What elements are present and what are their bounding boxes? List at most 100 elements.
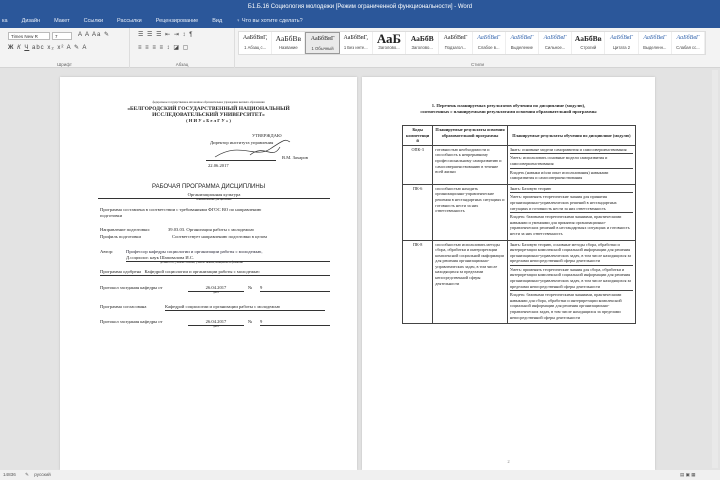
- styles-group-label: Стили: [471, 62, 484, 67]
- style-item[interactable]: АаБбВвГ Подзагол...: [439, 32, 473, 54]
- style-item[interactable]: АаБбВвГ Выделенн...: [639, 32, 672, 54]
- style-name: Строгий: [580, 45, 597, 50]
- style-name: 1 Обычный: [311, 46, 334, 51]
- style-item[interactable]: АаБ Заголово...: [373, 32, 407, 54]
- style-item[interactable]: АаБбВв Название: [272, 32, 306, 54]
- font-size-buttons[interactable]: A A Aa ✎: [78, 31, 128, 38]
- view-buttons[interactable]: ▤ ▣ ▦: [680, 470, 696, 480]
- university-abbr: ( Н И У « Б е л Г У » ): [186, 118, 231, 123]
- tab-layout[interactable]: Макет: [54, 14, 70, 28]
- page-1[interactable]: федеральное государственное автономное о…: [60, 77, 357, 470]
- discipline-hint: наименование дисциплины: [196, 197, 232, 201]
- learning-result-item: Уметь: применять теоретические знания дл…: [509, 194, 633, 214]
- status-bar: 14836 ✎ русский ▤ ▣ ▦: [0, 470, 720, 480]
- document-title: РАБОЧАЯ ПРОГРАММА ДИСЦИПЛИНЫ: [151, 184, 266, 190]
- style-preview: АаБбВвГ,: [242, 35, 268, 41]
- competency-code: ОПК-3: [401, 144, 434, 185]
- style-name: 1 Абзац с...: [244, 45, 267, 50]
- style-name: Слабая сс...: [676, 45, 700, 50]
- font-name-select[interactable]: Times New R: [8, 32, 50, 40]
- competencies-table: Коды компетенций Планируемые результаты …: [401, 125, 637, 325]
- font-format-buttons[interactable]: Ж К Ч abc x₂ x² A ✎ A: [8, 44, 126, 51]
- compiled-text: Программа составлена в соответствии с тр…: [100, 207, 262, 212]
- table-row: ПК-6 способностью находить организационно…: [401, 183, 637, 241]
- proofing-icon[interactable]: ✎: [25, 472, 29, 477]
- style-item[interactable]: АаБбВвГ, 1 Без инте...: [340, 32, 373, 54]
- learning-result-item: Владеть (навыки и/или опыт использования…: [509, 169, 609, 181]
- column-header: Планируемые результаты освоения образова…: [432, 125, 508, 146]
- title-bar: Б1.Б.16 Социология молодежи [Режим огран…: [0, 0, 720, 14]
- page-number: 2: [507, 459, 510, 464]
- tab-view[interactable]: Вид: [212, 14, 222, 28]
- program-result: готовностью необходимости и способность …: [432, 144, 508, 185]
- learning-results: Знать: основные модели саморазвития и са…: [506, 144, 637, 185]
- table-row: ПК-8 способностью использовать методы сбо…: [401, 239, 637, 325]
- style-preview: АаБбВвГ: [310, 36, 335, 42]
- compiled-text-2: подготовки: [100, 213, 123, 218]
- program-result: способностью находить организационно-упр…: [432, 183, 508, 241]
- tab-insert[interactable]: ка: [2, 14, 8, 28]
- font-size-select[interactable]: 7: [52, 32, 72, 40]
- style-item[interactable]: АаБбВ Заголово...: [406, 32, 440, 54]
- style-name: Цитата 2: [612, 45, 631, 50]
- style-name: Заголово...: [411, 45, 433, 50]
- learning-results: Знать: Базовую теорию, основные методы с…: [506, 239, 637, 325]
- ribbon: Times New R 7 A A Aa ✎ Ж К Ч abc x₂ x² A…: [0, 28, 720, 68]
- program-result: способностью использовать методы сбора, …: [432, 239, 508, 325]
- author-hint: должность, ученая степень, ученое звание…: [160, 260, 243, 264]
- direction-value: 39.03.03. Организация работы с молодежью: [168, 227, 254, 232]
- style-item[interactable]: АаБбВвГ Выделение: [506, 32, 539, 54]
- protocol2-label: Протокол заседания кафедры от: [100, 319, 163, 324]
- font-group-label: Шрифт: [57, 62, 72, 67]
- style-preview: АаБбВвГ: [643, 35, 667, 41]
- style-item[interactable]: АаБбВвГ Цитата 2: [605, 32, 639, 54]
- protocol1-no: 9: [260, 285, 330, 292]
- header-small: федеральное государственное автономное о…: [152, 101, 265, 104]
- style-name: Название: [278, 45, 298, 50]
- paragraph-group: ☰ ☰ ☰ ⇤ ⇥ ↕ ¶ ≡ ≡ ≡ ≡ ↕ ◪ ▢ Абзац: [130, 28, 235, 68]
- direction-label: Направление подготовки:: [100, 227, 150, 232]
- column-header: Планируемые результаты обучения по дисци…: [506, 125, 637, 146]
- window-title: Б1.Б.16 Социология молодежи [Режим огран…: [247, 4, 473, 10]
- style-preview: АаБбВвГ: [610, 35, 633, 41]
- approve-date: 22.06.2017: [208, 163, 229, 168]
- section-heading-2: соотнесенных с планируемыми результатами…: [420, 109, 597, 114]
- style-item[interactable]: АаБбВвГ Сильное...: [539, 32, 573, 54]
- style-preview: АаБбВвГ: [676, 35, 700, 41]
- tab-mailings[interactable]: Рассылки: [117, 14, 142, 28]
- style-item[interactable]: АаБбВвГ Слабая сс...: [672, 32, 706, 54]
- tab-design[interactable]: Дизайн: [22, 14, 41, 28]
- author-line-1: Профессор кафедры социологии и организац…: [126, 249, 263, 254]
- signer-name: В.М. Захаров: [282, 155, 308, 160]
- tab-references[interactable]: Ссылки: [84, 14, 103, 28]
- tab-review[interactable]: Рецензирование: [156, 14, 198, 28]
- style-preview: АаБбВв: [574, 34, 602, 43]
- protocol2-hint: дата: [213, 324, 219, 328]
- protocol1-no-label: №: [248, 285, 253, 290]
- language[interactable]: русский: [34, 472, 50, 477]
- align-buttons[interactable]: ≡ ≡ ≡ ≡ ↕ ◪ ▢: [138, 44, 233, 51]
- vertical-scrollbar[interactable]: [712, 70, 718, 468]
- style-item[interactable]: АаБбВвГ Слабое в...: [473, 32, 506, 54]
- style-item[interactable]: АаБбВвГ 1 Обычный: [305, 32, 340, 54]
- agreed-value: Кафедрой социологии и организации работы…: [165, 304, 325, 311]
- style-preview: АаБбВ: [410, 34, 434, 43]
- ribbon-tabs: ка Дизайн Макет Ссылки Рассылки Рецензир…: [0, 14, 720, 28]
- learning-result-item: Знать: Базовую теорию, основные методы с…: [509, 242, 633, 266]
- column-header: Коды компетенций: [401, 125, 434, 146]
- profile-label: Профиль подготовки: [100, 234, 141, 239]
- learning-result-item: Знать: Базовую теорию: [509, 186, 633, 194]
- approved-value: Кафедрой социологии и организации работы…: [144, 269, 260, 274]
- word-count[interactable]: 14836: [3, 472, 16, 477]
- list-buttons[interactable]: ☰ ☰ ☰ ⇤ ⇥ ↕ ¶: [138, 31, 233, 38]
- page-2[interactable]: 1. Перечень планируемых результатов обуч…: [362, 77, 655, 470]
- style-preview: АаБбВв: [275, 34, 301, 43]
- tell-me-search[interactable]: ♀ Что вы хотите сделать?: [236, 14, 302, 28]
- learning-result-item: Уметь: использовать основные модели само…: [509, 155, 633, 169]
- section-heading-1: 1. Перечень планируемых результатов обуч…: [431, 103, 586, 108]
- style-name: Слабое в...: [477, 45, 500, 50]
- style-preview: АаБбВвГ: [443, 35, 468, 41]
- style-item[interactable]: АаБбВвГ, 1 Абзац с...: [239, 32, 273, 54]
- style-item[interactable]: АаБбВв Строгий: [572, 32, 606, 54]
- author-label: Автор:: [100, 249, 114, 254]
